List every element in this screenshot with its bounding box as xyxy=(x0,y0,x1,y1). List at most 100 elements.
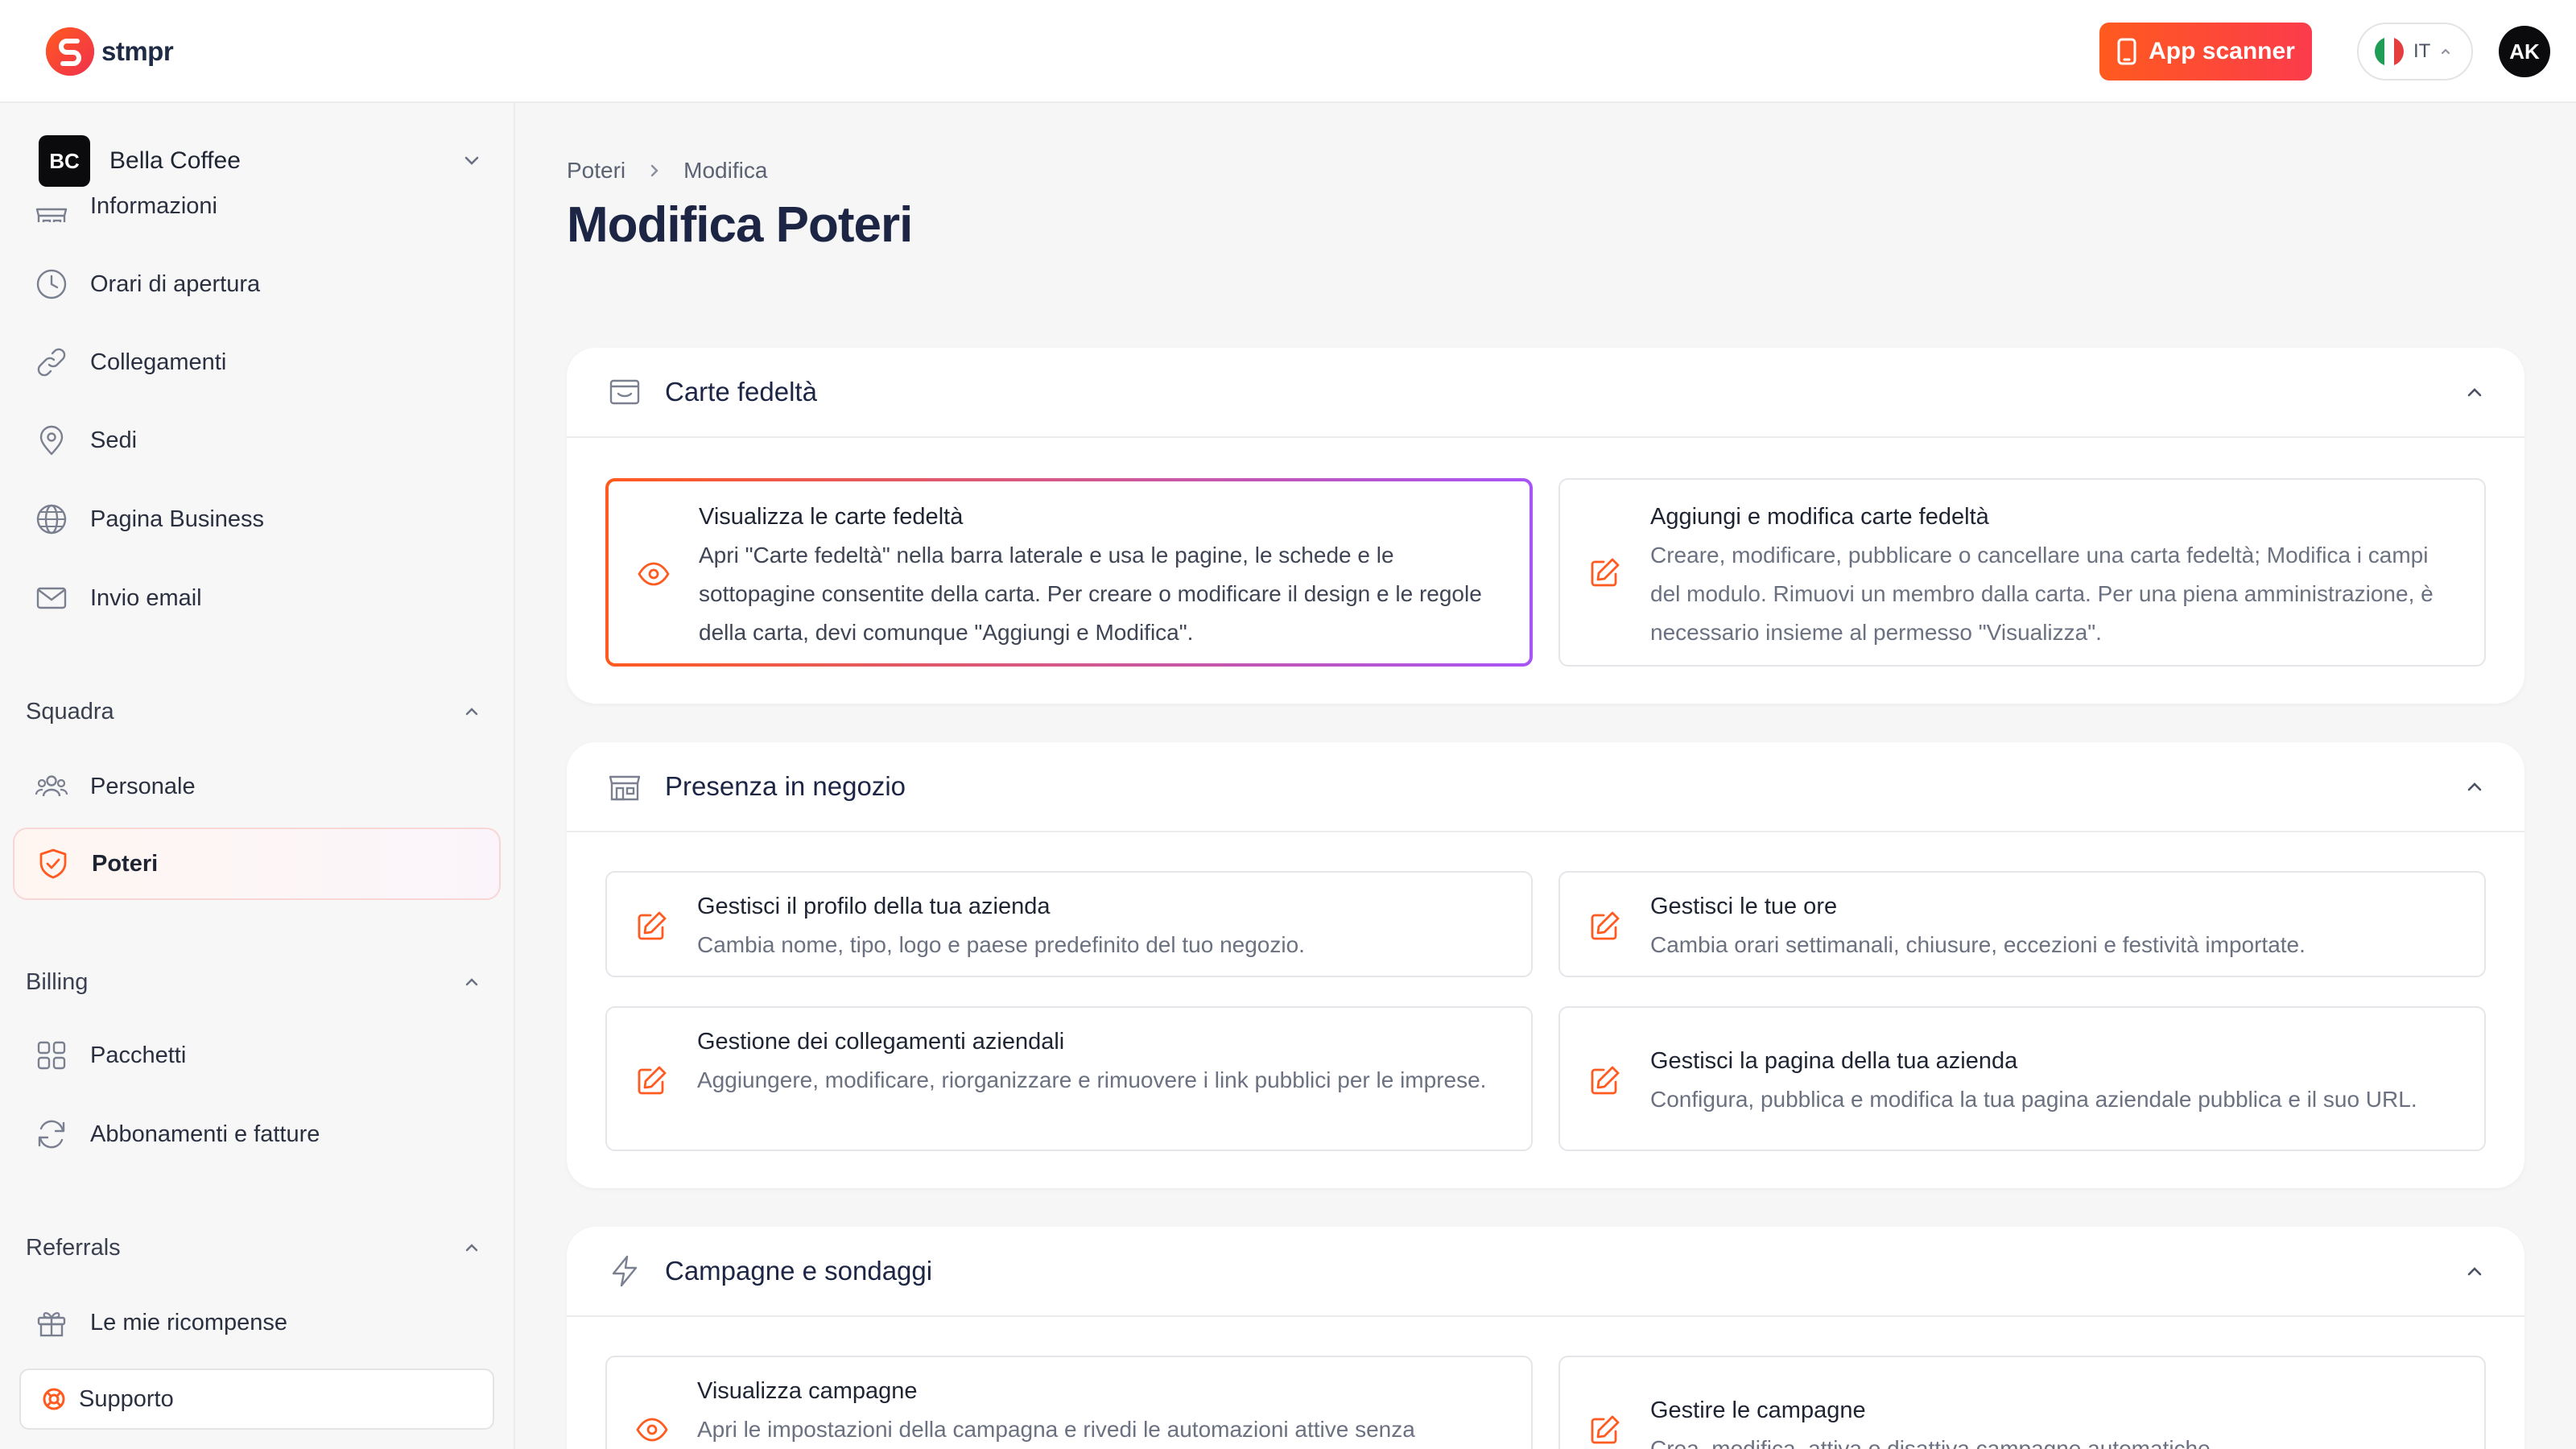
globe-icon xyxy=(36,504,67,535)
sidebar-item-label: Abbonamenti e fatture xyxy=(90,1121,320,1147)
italy-flag-icon xyxy=(2375,37,2404,66)
breadcrumb-parent-link[interactable]: Poteri xyxy=(567,158,625,184)
lifebuoy-icon xyxy=(43,1388,65,1410)
group-header[interactable]: Campagne e sondaggi xyxy=(567,1227,2524,1317)
sidebar-item-label: Orari di apertura xyxy=(90,270,261,297)
permission-gestire-campagne[interactable]: Gestire le campagne Crea, modifica, atti… xyxy=(1558,1356,2486,1449)
sidebar-item-label: Pacchetti xyxy=(90,1042,187,1068)
section-title: Referrals xyxy=(26,1234,121,1261)
phone-icon xyxy=(2117,38,2136,65)
workspace-switcher[interactable]: BC Bella Coffee xyxy=(39,135,483,187)
sidebar-item-label: Invio email xyxy=(90,584,202,611)
section-referrals-toggle[interactable]: Referrals xyxy=(26,1225,483,1270)
bolt-icon xyxy=(612,1255,638,1287)
sidebar-item-label: Pagina Business xyxy=(90,506,265,532)
section-billing-toggle[interactable]: Billing xyxy=(26,960,483,1005)
permission-title: Gestione dei collegamenti aziendali xyxy=(697,1029,1065,1055)
sidebar-item-abbonamenti[interactable]: Abbonamenti e fatture xyxy=(13,1098,501,1170)
user-avatar[interactable]: AK xyxy=(2499,26,2550,77)
chevron-up-icon xyxy=(465,1244,478,1252)
eye-icon xyxy=(636,1418,668,1442)
edit-icon xyxy=(638,911,667,940)
sidebar-item-label: Informazioni xyxy=(90,193,217,219)
edit-icon xyxy=(1591,558,1620,587)
chevron-up-icon xyxy=(2442,48,2450,54)
sidebar-item-personale[interactable]: Personale xyxy=(13,750,501,823)
sidebar-item-pacchetti[interactable]: Pacchetti xyxy=(13,1019,501,1092)
language-selector[interactable]: IT xyxy=(2357,23,2473,80)
support-label: Supporto xyxy=(79,1385,174,1412)
section-squadra-toggle[interactable]: Squadra xyxy=(26,689,483,734)
chevron-up-icon[interactable] xyxy=(2462,380,2487,406)
group-header[interactable]: Carte fedeltà xyxy=(567,348,2524,438)
chevron-up-icon xyxy=(465,708,478,716)
edit-icon xyxy=(638,1066,667,1095)
top-bar: stmpr App scanner IT AK xyxy=(0,0,2576,103)
permission-description: Apri le impostazioni della campagna e ri… xyxy=(697,1417,1415,1442)
refresh-icon xyxy=(38,1120,65,1149)
permission-title: Visualizza campagne xyxy=(697,1378,918,1404)
permission-description: Creare, modificare, pubblicare o cancell… xyxy=(1650,543,2434,645)
breadcrumb-current: Modifica xyxy=(683,158,768,183)
group-header[interactable]: Presenza in negozio xyxy=(567,742,2524,832)
edit-icon xyxy=(1591,1415,1620,1444)
sidebar-item-pagina-business[interactable]: Pagina Business xyxy=(13,483,501,555)
permission-description: Configura, pubblica e modifica la tua pa… xyxy=(1650,1087,2417,1112)
gift-icon xyxy=(37,1312,66,1337)
breadcrumb: Poteri Modifica xyxy=(567,155,767,187)
sidebar-item-poteri[interactable]: Poteri xyxy=(13,828,501,900)
permission-description: Cambia nome, tipo, logo e paese predefin… xyxy=(697,932,1305,957)
group-title: Presenza in negozio xyxy=(665,771,906,801)
brand-name: stmpr xyxy=(101,36,174,66)
map-pin-icon xyxy=(39,425,64,456)
permission-profilo-azienda[interactable]: Gestisci il profilo della tua azienda Ca… xyxy=(605,871,1533,977)
section-title: Billing xyxy=(26,968,89,995)
permission-gestisci-ore[interactable]: Gestisci le tue ore Cambia orari settima… xyxy=(1558,871,2486,977)
sidebar-item-collegamenti[interactable]: Collegamenti xyxy=(13,326,501,398)
link-icon xyxy=(37,348,66,377)
permission-group-presenza-negozio: Presenza in negozio Gestisci il profilo … xyxy=(567,742,2524,1188)
permission-collegamenti-aziendali[interactable]: Gestione dei collegamenti aziendali Aggi… xyxy=(605,1006,1533,1151)
workspace-name: Bella Coffee xyxy=(109,147,241,174)
permission-aggiungi-carte[interactable]: Aggiungi e modifica carte fedeltà Creare… xyxy=(1558,478,2486,667)
sidebar-item-label: Collegamenti xyxy=(90,349,227,375)
sidebar-item-ricompense[interactable]: Le mie ricompense xyxy=(13,1286,501,1359)
edit-icon xyxy=(1591,911,1620,940)
permission-title: Gestire le campagne xyxy=(1650,1397,1866,1423)
group-title: Campagne e sondaggi xyxy=(665,1256,933,1286)
chevron-up-icon[interactable] xyxy=(2462,1259,2487,1285)
sidebar-item-orari[interactable]: Orari di apertura xyxy=(13,248,501,320)
permission-group-carte-fedelta: Carte fedeltà Visualizza le carte fedelt… xyxy=(567,348,2524,704)
eye-icon xyxy=(638,562,670,586)
permission-title: Aggiungi e modifica carte fedeltà xyxy=(1650,504,1989,530)
chevron-right-icon xyxy=(650,164,658,177)
permission-description: Cambia orari settimanali, chiusure, ecce… xyxy=(1650,932,2306,957)
permission-visualizza-carte[interactable]: Visualizza le carte fedeltà Apri "Carte … xyxy=(605,478,1533,667)
sidebar-item-invio-email[interactable]: Invio email xyxy=(13,562,501,634)
app-scanner-label: App scanner xyxy=(2149,38,2295,64)
workspace-badge: BC xyxy=(39,135,90,187)
store-icon xyxy=(609,775,641,801)
sidebar-item-informazioni[interactable]: Informazioni xyxy=(13,190,501,222)
support-button[interactable]: Supporto xyxy=(19,1368,494,1430)
chevron-down-icon xyxy=(464,156,479,165)
permission-visualizza-campagne[interactable]: Visualizza campagne Apri le impostazioni… xyxy=(605,1356,1533,1449)
language-code: IT xyxy=(2413,40,2431,62)
brand-logo[interactable]: stmpr xyxy=(45,26,174,77)
chevron-up-icon[interactable] xyxy=(2462,774,2487,800)
app-scanner-button[interactable]: App scanner xyxy=(2099,23,2312,80)
clock-icon xyxy=(36,269,67,299)
permission-description: Aggiungere, modificare, riorganizzare e … xyxy=(697,1067,1487,1092)
sidebar: BC Bella Coffee Informazioni Orari di ap… xyxy=(0,103,515,1449)
sidebar-item-sedi[interactable]: Sedi xyxy=(13,404,501,477)
edit-icon xyxy=(1591,1066,1620,1095)
permission-pagina-azienda[interactable]: Gestisci la pagina della tua azienda Con… xyxy=(1558,1006,2486,1151)
shield-check-icon xyxy=(39,848,67,879)
sidebar-item-label: Poteri xyxy=(92,850,159,877)
page-title: Modifica Poteri xyxy=(567,197,913,253)
grid-icon xyxy=(37,1041,66,1070)
section-title: Squadra xyxy=(26,698,114,724)
chevron-up-icon xyxy=(465,978,478,986)
sidebar-item-label: Le mie ricompense xyxy=(90,1309,287,1335)
mail-icon xyxy=(36,587,67,609)
